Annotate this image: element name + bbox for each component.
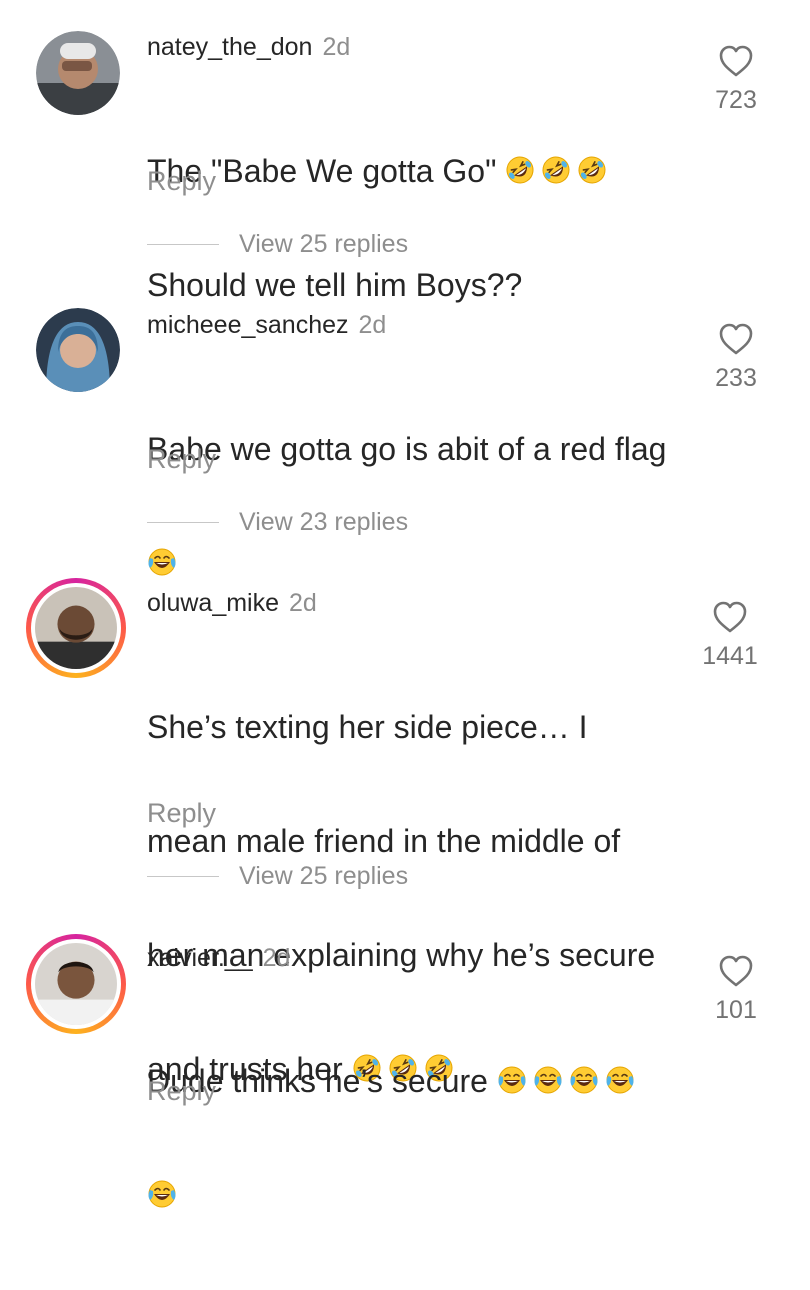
heart-outline-icon[interactable]: [718, 44, 754, 78]
comment-line: She’s texting her side piece… I: [147, 709, 588, 745]
tears-of-joy-emoji: [570, 1066, 598, 1094]
comment-time: 2d: [358, 311, 387, 339]
joy-emoji-group: [147, 545, 183, 581]
view-replies-button[interactable]: View 23 replies: [147, 508, 408, 537]
comment-username[interactable]: micheee_sanchez 2d: [147, 311, 386, 340]
username-text[interactable]: oluwa_mike: [147, 589, 279, 617]
comment-line: Babe we gotta go is abit of a red flag: [147, 431, 667, 467]
heart-outline-icon[interactable]: [718, 954, 754, 988]
divider-line: [147, 244, 219, 245]
comment-time: 2d: [262, 944, 291, 972]
comment-username[interactable]: oluwa_mike 2d: [147, 589, 317, 618]
comment-username[interactable]: natey_the_don 2d: [147, 33, 350, 62]
rolling-on-floor-laughing-emoji: [578, 156, 606, 184]
joy-emoji-group: [147, 1177, 183, 1213]
avatar[interactable]: [36, 308, 120, 392]
view-replies-label: View 25 replies: [239, 230, 409, 258]
avatar-image: [36, 31, 120, 115]
tears-of-joy-emoji: [606, 1066, 634, 1094]
view-replies-button[interactable]: View 25 replies: [147, 862, 408, 891]
username-text[interactable]: xaivier.__: [147, 944, 253, 972]
like-count: 101: [715, 996, 757, 1024]
tears-of-joy-emoji: [534, 1066, 562, 1094]
heart-outline-icon[interactable]: [712, 600, 748, 634]
reply-button[interactable]: Reply: [147, 166, 216, 197]
rolling-on-floor-laughing-emoji: [506, 156, 534, 184]
tears-of-joy-emoji: [498, 1066, 526, 1094]
avatar-story-ring: [31, 939, 121, 1029]
divider-line: [147, 876, 219, 877]
heart-outline-icon[interactable]: [718, 322, 754, 356]
tears-of-joy-emoji: [148, 1180, 176, 1208]
comment-text: Dude thinks he’s secure: [147, 986, 707, 1290]
like-button[interactable]: 723: [706, 44, 766, 115]
avatar[interactable]: [36, 31, 120, 115]
divider-line: [147, 522, 219, 523]
like-button[interactable]: 1441: [700, 600, 760, 671]
like-count: 723: [715, 86, 757, 114]
like-count: 233: [715, 364, 757, 392]
rolling-on-floor-laughing-emoji: [542, 156, 570, 184]
comment-time: 2d: [322, 33, 351, 61]
avatar[interactable]: [26, 578, 126, 678]
comment-time: 2d: [289, 589, 317, 617]
like-count: 1441: [702, 642, 758, 670]
joy-emoji-group: [497, 1063, 641, 1099]
avatar-image: [35, 943, 117, 1025]
avatar-image: [36, 308, 120, 392]
avatar-image: [35, 587, 117, 669]
username-text[interactable]: micheee_sanchez: [147, 311, 349, 339]
avatar[interactable]: [26, 934, 126, 1034]
reply-button[interactable]: Reply: [147, 444, 216, 475]
comment-line: mean male friend in the middle of: [147, 823, 621, 859]
reply-button[interactable]: Reply: [147, 1076, 216, 1107]
view-replies-label: View 25 replies: [239, 862, 409, 890]
tears-of-joy-emoji: [148, 548, 176, 576]
view-replies-button[interactable]: View 25 replies: [147, 230, 408, 259]
username-text[interactable]: natey_the_don: [147, 33, 312, 61]
view-replies-label: View 23 replies: [239, 508, 409, 536]
rofl-emoji-group: [505, 153, 613, 189]
reply-button[interactable]: Reply: [147, 798, 216, 829]
like-button[interactable]: 101: [706, 954, 766, 1025]
comment-line: Should we tell him Boys??: [147, 267, 523, 303]
comment-username[interactable]: xaivier.__ 2d: [147, 944, 290, 973]
like-button[interactable]: 233: [706, 322, 766, 393]
avatar-story-ring: [31, 583, 121, 673]
